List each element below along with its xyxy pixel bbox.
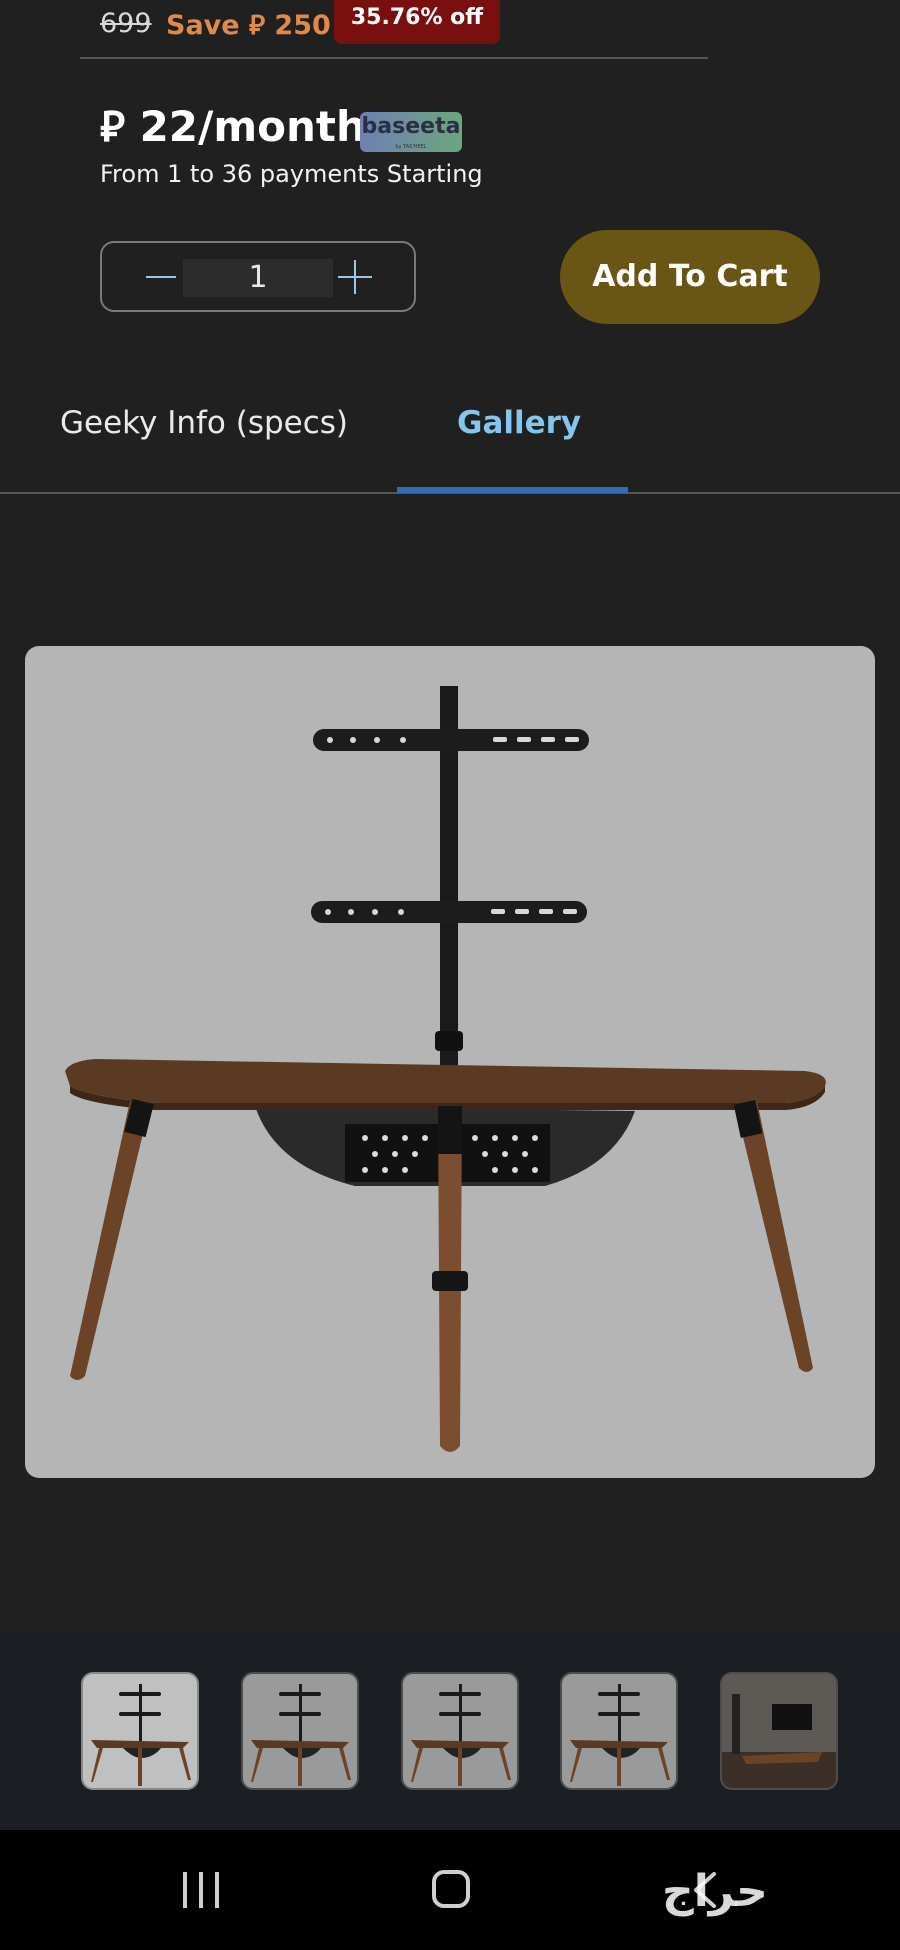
original-price: 699 xyxy=(100,8,152,39)
gallery-thumbnail-tv-stand-angle-left[interactable] xyxy=(241,1672,359,1790)
tab-geeky-info[interactable]: Geeky Info (specs) xyxy=(60,405,348,441)
active-tab-indicator xyxy=(397,487,628,493)
home-icon[interactable] xyxy=(432,1870,470,1908)
baseeta-logo-text: baseeta xyxy=(361,114,461,139)
gallery-thumbnail-tv-stand-room-scene[interactable] xyxy=(720,1672,838,1790)
gallery-main-image[interactable] xyxy=(25,646,875,1478)
recent-apps-icon[interactable] xyxy=(183,1872,221,1908)
tab-gallery[interactable]: Gallery xyxy=(457,405,581,441)
quantity-value[interactable]: 1 xyxy=(183,259,333,297)
payments-info: From 1 to 36 payments Starting xyxy=(100,160,483,188)
discount-badge: 35.76% off xyxy=(334,0,500,44)
gallery-thumbnail-tv-stand-side[interactable] xyxy=(560,1672,678,1790)
price-divider xyxy=(80,57,708,59)
haraj-watermark: حراج xyxy=(662,1866,768,1917)
gallery-thumbnail-tv-stand-front[interactable] xyxy=(81,1672,199,1790)
quantity-stepper: 1 xyxy=(100,241,416,312)
minus-icon[interactable] xyxy=(146,276,176,278)
savings-text: Save ⃁ 250 xyxy=(166,10,331,41)
plus-icon-vertical[interactable] xyxy=(354,260,356,294)
baseeta-logo-subtext: by TAS'HEEL xyxy=(395,144,427,150)
gallery-thumbnail-tv-stand-angle-right[interactable] xyxy=(401,1672,519,1790)
monthly-price: ⃁ 22/month xyxy=(100,102,366,151)
add-to-cart-button[interactable]: Add To Cart xyxy=(560,230,820,324)
tv-stand-illustration xyxy=(65,686,826,1452)
baseeta-logo[interactable]: baseeta by TAS'HEEL xyxy=(360,112,462,152)
